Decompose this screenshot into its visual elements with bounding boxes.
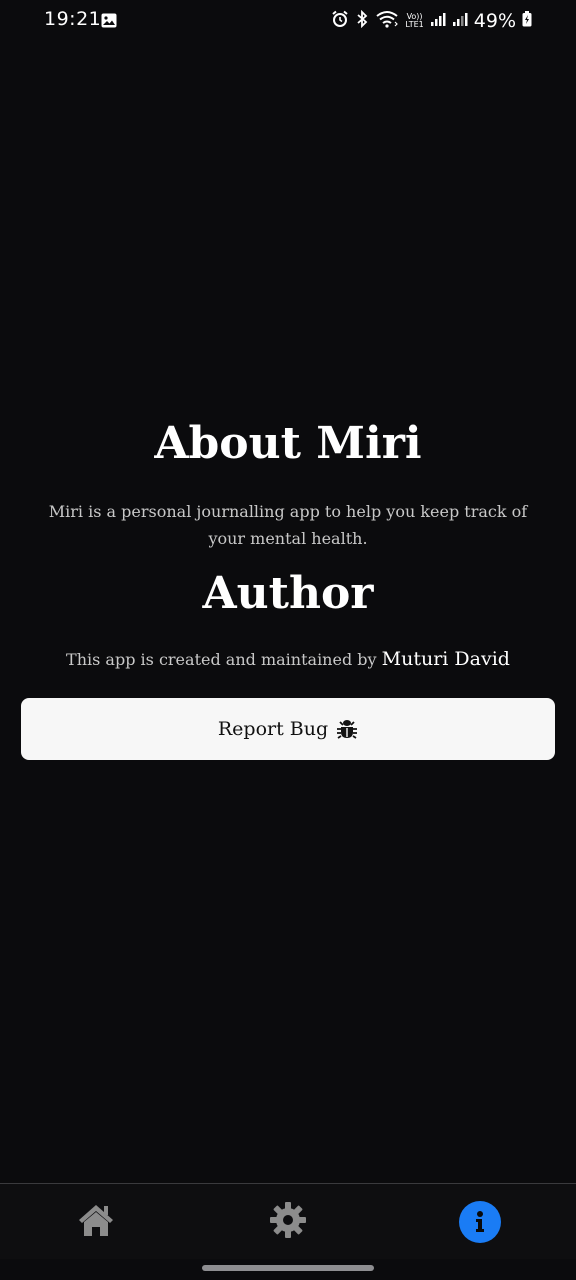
author-line: This app is created and maintained by Mu…	[0, 648, 576, 670]
alarm-icon	[331, 10, 349, 32]
about-title: About Miri	[154, 418, 422, 469]
status-icons: Vo)) LTE1 49%	[331, 8, 532, 34]
about-screen: 19:21 Vo)) LTE1 49% About Miri Miri is a…	[0, 0, 576, 1280]
bug-icon	[336, 718, 358, 740]
status-time: 19:21	[44, 8, 102, 30]
author-name: Muturi David	[381, 648, 510, 670]
gallery-icon	[101, 13, 117, 28]
lte-label: LTE1	[405, 20, 424, 29]
bluetooth-icon	[355, 9, 369, 32]
signal-icon	[452, 11, 468, 31]
battery-charging-icon	[522, 11, 532, 31]
report-bug-label: Report Bug	[217, 718, 329, 740]
nav-home[interactable]	[75, 1201, 117, 1243]
signal-icon	[430, 11, 446, 31]
about-description: Miri is a personal journalling app to he…	[48, 502, 528, 548]
battery-percent: 49%	[473, 10, 516, 32]
author-title: Author	[202, 568, 374, 619]
home-icon	[77, 1203, 115, 1241]
bottom-navigation	[0, 1183, 576, 1259]
author-line-prefix: This app is created and maintained by	[66, 650, 377, 669]
wifi-icon	[375, 10, 399, 32]
info-icon	[459, 1201, 501, 1243]
gesture-bar	[202, 1265, 374, 1271]
volte-lte-icon: Vo)) LTE1	[405, 13, 423, 29]
nav-settings[interactable]	[267, 1201, 309, 1243]
report-bug-button[interactable]: Report Bug	[21, 698, 555, 760]
gear-icon	[269, 1201, 307, 1243]
nav-about[interactable]	[459, 1201, 501, 1243]
status-bar: 19:21 Vo)) LTE1 49%	[0, 0, 576, 44]
